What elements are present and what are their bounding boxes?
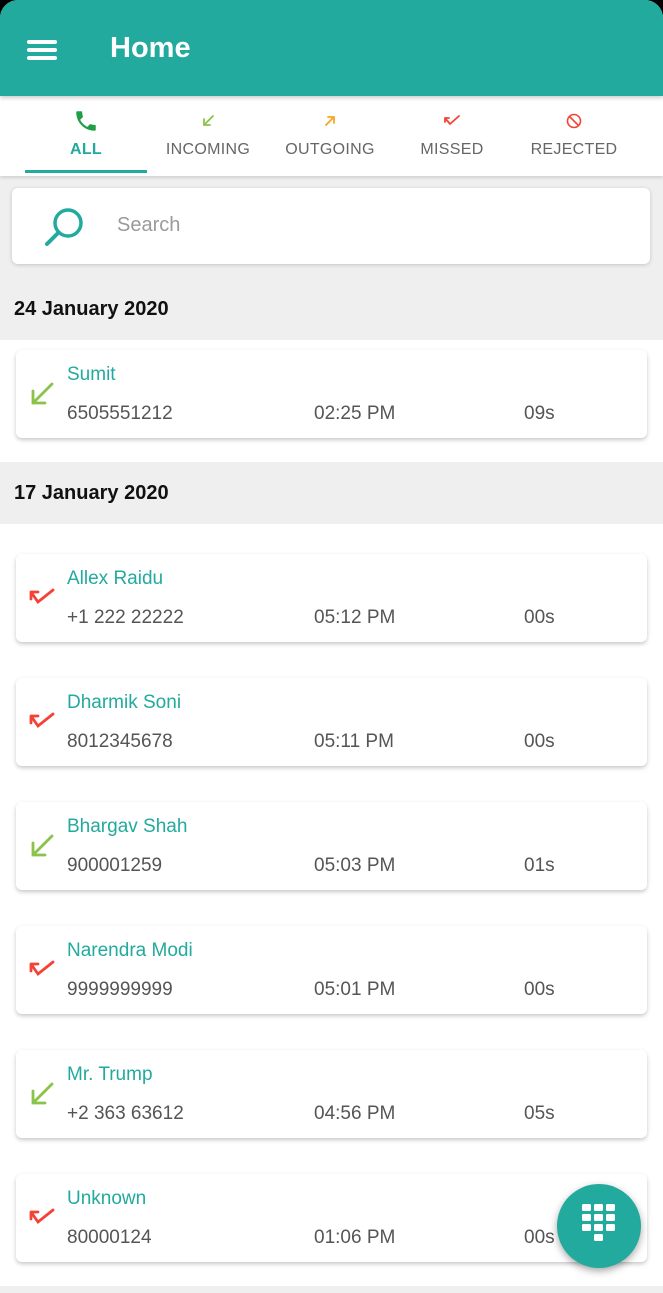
- call-duration: 01s: [524, 855, 555, 876]
- tab-label: MISSED: [420, 141, 484, 158]
- incoming-arrow-icon: [28, 1080, 56, 1108]
- missed-call-icon: [28, 1204, 56, 1232]
- dialpad-icon: [582, 1203, 616, 1249]
- search-icon: [42, 204, 88, 255]
- date-header: 24 January 2020: [0, 278, 663, 340]
- incoming-arrow-icon: [28, 380, 56, 408]
- app-bar: Home: [0, 0, 663, 96]
- call-log-item[interactable]: Mr. Trump +2 363 63612 04:56 PM 05s: [16, 1050, 647, 1138]
- dialpad-button[interactable]: [557, 1184, 641, 1268]
- call-time: 05:03 PM: [314, 855, 396, 876]
- contact-name: Bhargav Shah: [67, 816, 188, 837]
- contact-name: Mr. Trump: [67, 1064, 153, 1085]
- missed-call-icon: [391, 108, 513, 134]
- call-duration: 00s: [524, 1227, 555, 1248]
- phone-number: 900001259: [67, 855, 163, 876]
- menu-icon[interactable]: [27, 40, 57, 62]
- search-placeholder: Search: [117, 214, 181, 236]
- contact-name: Narendra Modi: [67, 940, 193, 961]
- phone-screen: Home ALL INCOMING OUTGOING MISSED REJECT…: [0, 0, 663, 1293]
- contact-name: Dharmik Soni: [67, 692, 182, 713]
- call-log-item[interactable]: Bhargav Shah 900001259 05:03 PM 01s: [16, 802, 647, 890]
- call-duration: 09s: [524, 403, 555, 424]
- incoming-arrow-icon: [147, 108, 269, 134]
- call-duration: 00s: [524, 731, 555, 752]
- tab-label: REJECTED: [530, 141, 618, 158]
- phone-number: 8012345678: [67, 731, 173, 752]
- call-log-item[interactable]: Allex Raidu +1 222 22222 05:12 PM 00s: [16, 554, 647, 642]
- call-duration: 00s: [524, 979, 555, 1000]
- contact-name: Unknown: [67, 1188, 147, 1209]
- blocked-icon: [513, 108, 635, 134]
- phone-icon: [25, 108, 147, 134]
- tab-outgoing[interactable]: OUTGOING: [269, 96, 391, 176]
- call-time: 02:25 PM: [314, 403, 396, 424]
- tab-incoming[interactable]: INCOMING: [147, 96, 269, 176]
- tab-label: ALL: [69, 141, 102, 158]
- phone-number: +2 363 63612: [67, 1103, 184, 1124]
- phone-number: 6505551212: [67, 403, 173, 424]
- call-log-item[interactable]: Unknown 80000124 01:06 PM 00s: [16, 1174, 647, 1262]
- call-time: 05:01 PM: [314, 979, 396, 1000]
- phone-number: +1 222 22222: [67, 607, 184, 628]
- tab-rejected[interactable]: REJECTED: [513, 96, 635, 176]
- outgoing-arrow-icon: [269, 108, 391, 134]
- call-duration: 05s: [524, 1103, 555, 1124]
- missed-call-icon: [28, 956, 56, 984]
- call-time: 04:56 PM: [314, 1103, 396, 1124]
- call-filter-tabs: ALL INCOMING OUTGOING MISSED REJECTED: [0, 96, 663, 176]
- call-time: 01:06 PM: [314, 1227, 396, 1248]
- tab-all[interactable]: ALL: [25, 96, 147, 176]
- date-header: 09 January 2020: [0, 1286, 663, 1293]
- call-time: 05:12 PM: [314, 607, 396, 628]
- incoming-arrow-icon: [28, 832, 56, 860]
- tab-label: OUTGOING: [285, 141, 375, 158]
- call-log-item[interactable]: Sumit 6505551212 02:25 PM 09s: [16, 350, 647, 438]
- missed-call-icon: [28, 584, 56, 612]
- tab-missed[interactable]: MISSED: [391, 96, 513, 176]
- call-log-item[interactable]: Dharmik Soni 8012345678 05:11 PM 00s: [16, 678, 647, 766]
- page-title: Home: [110, 32, 191, 64]
- date-header: 17 January 2020: [0, 462, 663, 524]
- phone-number: 9999999999: [67, 979, 173, 1000]
- call-time: 05:11 PM: [314, 731, 394, 752]
- missed-call-icon: [28, 708, 56, 736]
- call-duration: 00s: [524, 607, 555, 628]
- contact-name: Allex Raidu: [67, 568, 164, 589]
- search-input[interactable]: Search: [12, 188, 650, 264]
- contact-name: Sumit: [67, 364, 116, 385]
- call-log-item[interactable]: Narendra Modi 9999999999 05:01 PM 00s: [16, 926, 647, 1014]
- tab-label: INCOMING: [165, 141, 251, 158]
- phone-number: 80000124: [67, 1227, 152, 1248]
- call-log-list[interactable]: 24 January 2020 Sumit 6505551212 02:25 PM 09…: [0, 278, 663, 1293]
